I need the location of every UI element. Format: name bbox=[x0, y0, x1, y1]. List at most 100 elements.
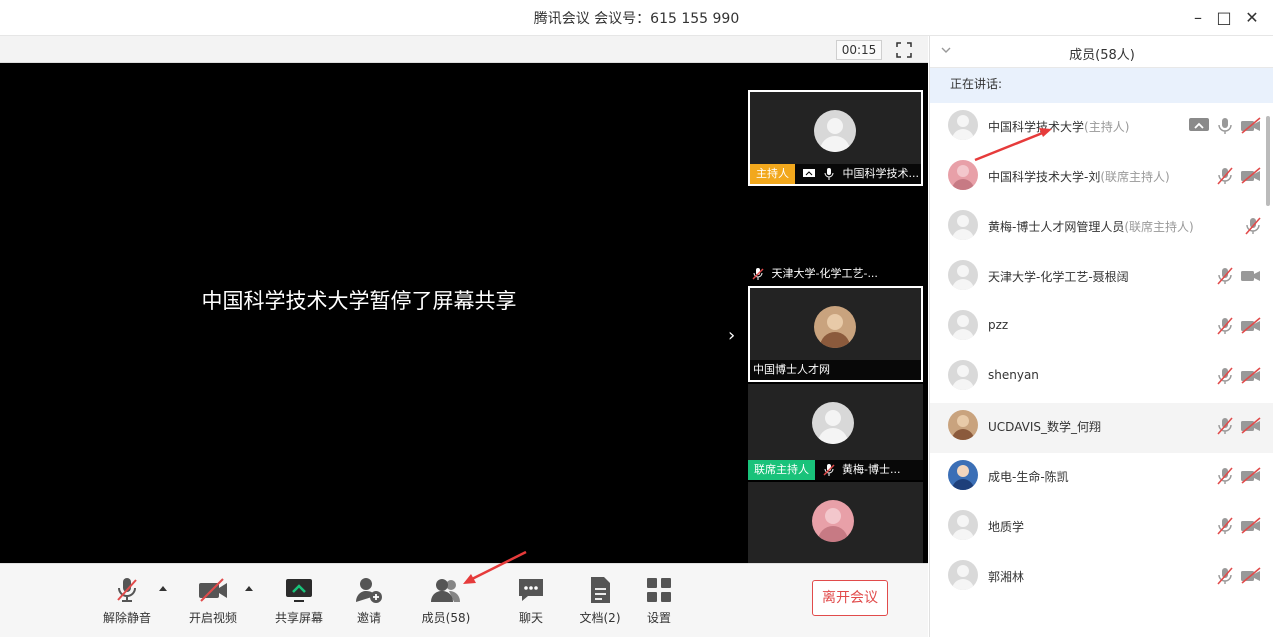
member-status-icons bbox=[1210, 515, 1262, 535]
video-tile[interactable]: 联席主持人 黄梅-博士... bbox=[748, 384, 923, 480]
member-list: 中国科学技术大学(主持人) 中国科学技术大学-刘(联席主持人) 黄梅-博士人才网… bbox=[930, 103, 1273, 603]
meeting-area: 00:15 中国科学技术大学暂停了屏幕共享 › 主持人 中国科学技术... 天津… bbox=[0, 36, 928, 637]
minimize-icon[interactable]: – bbox=[1186, 6, 1210, 30]
member-name: 地质学 bbox=[988, 520, 1025, 534]
mic-muted-icon[interactable] bbox=[1216, 366, 1234, 385]
avatar bbox=[948, 260, 978, 290]
avatar bbox=[814, 306, 856, 348]
member-status-icons bbox=[1210, 465, 1262, 485]
tile-participant-name: 黄梅-博士... bbox=[842, 463, 901, 476]
video-off-icon[interactable] bbox=[1240, 116, 1262, 135]
settings-button[interactable]: 设置 bbox=[624, 576, 694, 632]
member-name: pzz bbox=[988, 318, 1009, 332]
avatar bbox=[812, 402, 854, 444]
mic-muted-icon bbox=[117, 578, 137, 602]
member-row[interactable]: 天津大学-化学工艺-聂根阔 bbox=[930, 253, 1273, 303]
mic-muted-icon[interactable] bbox=[1244, 216, 1262, 235]
member-row[interactable]: 黄梅-博士人才网管理人员(联席主持人) bbox=[930, 203, 1273, 253]
next-page-chevron-icon[interactable]: › bbox=[728, 325, 742, 346]
members-icon bbox=[431, 579, 460, 602]
member-row[interactable]: 中国科学技术大学(主持人) bbox=[930, 103, 1273, 153]
start-video-button[interactable]: 开启视频 bbox=[178, 576, 248, 632]
member-row[interactable]: 成电-生命-陈凯 bbox=[930, 453, 1273, 503]
maximize-icon[interactable]: □ bbox=[1212, 6, 1236, 30]
member-row[interactable]: shenyan bbox=[930, 353, 1273, 403]
member-name: 成电-生命-陈凯 bbox=[988, 470, 1069, 484]
chat-button[interactable]: 聊天 bbox=[496, 576, 566, 632]
video-off-icon[interactable] bbox=[1240, 566, 1262, 585]
avatar bbox=[812, 500, 854, 542]
mic-muted-icon bbox=[822, 464, 835, 476]
video-icon[interactable] bbox=[1240, 267, 1262, 285]
member-status-icons bbox=[1182, 115, 1262, 135]
member-row[interactable]: UCDAVIS_数学_何翔 bbox=[930, 403, 1273, 453]
mic-muted-icon[interactable] bbox=[1216, 266, 1234, 285]
video-off-icon[interactable] bbox=[1240, 366, 1262, 385]
mic-icon[interactable] bbox=[1216, 117, 1234, 135]
close-icon[interactable]: ✕ bbox=[1240, 6, 1264, 30]
unmute-button[interactable]: 解除静音 bbox=[92, 576, 162, 632]
member-name: 中国科学技术大学(主持人) bbox=[988, 120, 1130, 134]
member-status-icons bbox=[1210, 365, 1262, 385]
share-screen-icon bbox=[802, 169, 815, 177]
tile-participant-name: 天津大学-化学工艺-... bbox=[771, 267, 878, 280]
video-off-icon[interactable] bbox=[1240, 166, 1262, 185]
mic-icon bbox=[824, 168, 834, 180]
member-name: 中国科学技术大学-刘(联席主持人) bbox=[988, 170, 1170, 184]
leave-meeting-button[interactable]: 离开会议 bbox=[812, 580, 888, 616]
fullscreen-icon[interactable] bbox=[896, 42, 912, 58]
chat-icon bbox=[519, 579, 543, 601]
speaking-label: 正在讲话: bbox=[930, 68, 1273, 103]
mic-muted-icon[interactable] bbox=[1216, 466, 1234, 485]
avatar bbox=[948, 560, 978, 590]
member-name: shenyan bbox=[988, 368, 1039, 382]
video-off-icon[interactable] bbox=[1240, 466, 1262, 485]
apps-grid-icon bbox=[647, 578, 671, 602]
member-row[interactable]: 地质学 bbox=[930, 503, 1273, 553]
members-button[interactable]: 成员(58) bbox=[411, 576, 481, 632]
video-tile[interactable] bbox=[748, 482, 923, 563]
video-tile[interactable]: 中国博士人才网 bbox=[748, 286, 923, 382]
mic-muted-icon[interactable] bbox=[1216, 566, 1234, 585]
video-off-icon bbox=[199, 578, 227, 602]
member-status-icons bbox=[1210, 565, 1262, 585]
meeting-timer: 00:15 bbox=[836, 40, 882, 60]
video-tile[interactable]: 天津大学-化学工艺-... bbox=[748, 188, 923, 284]
video-off-icon[interactable] bbox=[1240, 316, 1262, 335]
member-name: 天津大学-化学工艺-聂根阔 bbox=[988, 270, 1129, 284]
member-row[interactable]: pzz bbox=[930, 303, 1273, 353]
tile-participant-name: 中国科学技术... bbox=[842, 167, 920, 180]
avatar bbox=[948, 410, 978, 440]
members-panel-header: 成员(58人) bbox=[930, 36, 1273, 68]
tile-name-bar: 天津大学-化学工艺-... bbox=[748, 264, 923, 284]
avatar bbox=[948, 210, 978, 240]
mic-muted-icon[interactable] bbox=[1216, 166, 1234, 185]
mic-muted-icon[interactable] bbox=[1216, 316, 1234, 335]
member-row[interactable]: 中国科学技术大学-刘(联席主持人) bbox=[930, 153, 1273, 203]
member-status-icons bbox=[1238, 215, 1262, 235]
video-tile[interactable]: 主持人 中国科学技术... bbox=[748, 90, 923, 186]
members-panel-title: 成员(58人) bbox=[1069, 48, 1135, 63]
tile-name-bar: 中国博士人才网 bbox=[750, 360, 921, 380]
stage-top-strip: 00:15 bbox=[0, 36, 928, 63]
window-title: 腾讯会议 会议号：615 155 990 bbox=[533, 11, 740, 27]
share-screen-icon bbox=[286, 579, 312, 602]
avatar bbox=[948, 510, 978, 540]
cohost-badge: 联席主持人 bbox=[748, 460, 815, 480]
share-paused-message: 中国科学技术大学暂停了屏幕共享 bbox=[201, 289, 517, 313]
members-panel: 成员(58人) 正在讲话: 中国科学技术大学(主持人) 中国科学技术大学-刘(联… bbox=[929, 36, 1273, 637]
mic-muted-icon[interactable] bbox=[1216, 516, 1234, 535]
member-row[interactable]: 郭湘林 bbox=[930, 553, 1273, 603]
caret-up-icon[interactable] bbox=[244, 584, 254, 592]
scrollbar[interactable] bbox=[1266, 116, 1270, 206]
mic-muted-icon bbox=[752, 268, 764, 280]
member-name: 郭湘林 bbox=[988, 570, 1025, 584]
video-off-icon[interactable] bbox=[1240, 516, 1262, 535]
share-screen-button[interactable]: 共享屏幕 bbox=[264, 576, 334, 632]
member-status-icons bbox=[1210, 165, 1262, 185]
caret-up-icon[interactable] bbox=[158, 584, 168, 592]
video-off-icon[interactable] bbox=[1240, 416, 1262, 435]
mic-muted-icon[interactable] bbox=[1216, 416, 1234, 435]
invite-button[interactable]: 邀请 bbox=[334, 576, 404, 632]
member-name: 黄梅-博士人才网管理人员(联席主持人) bbox=[988, 220, 1194, 234]
